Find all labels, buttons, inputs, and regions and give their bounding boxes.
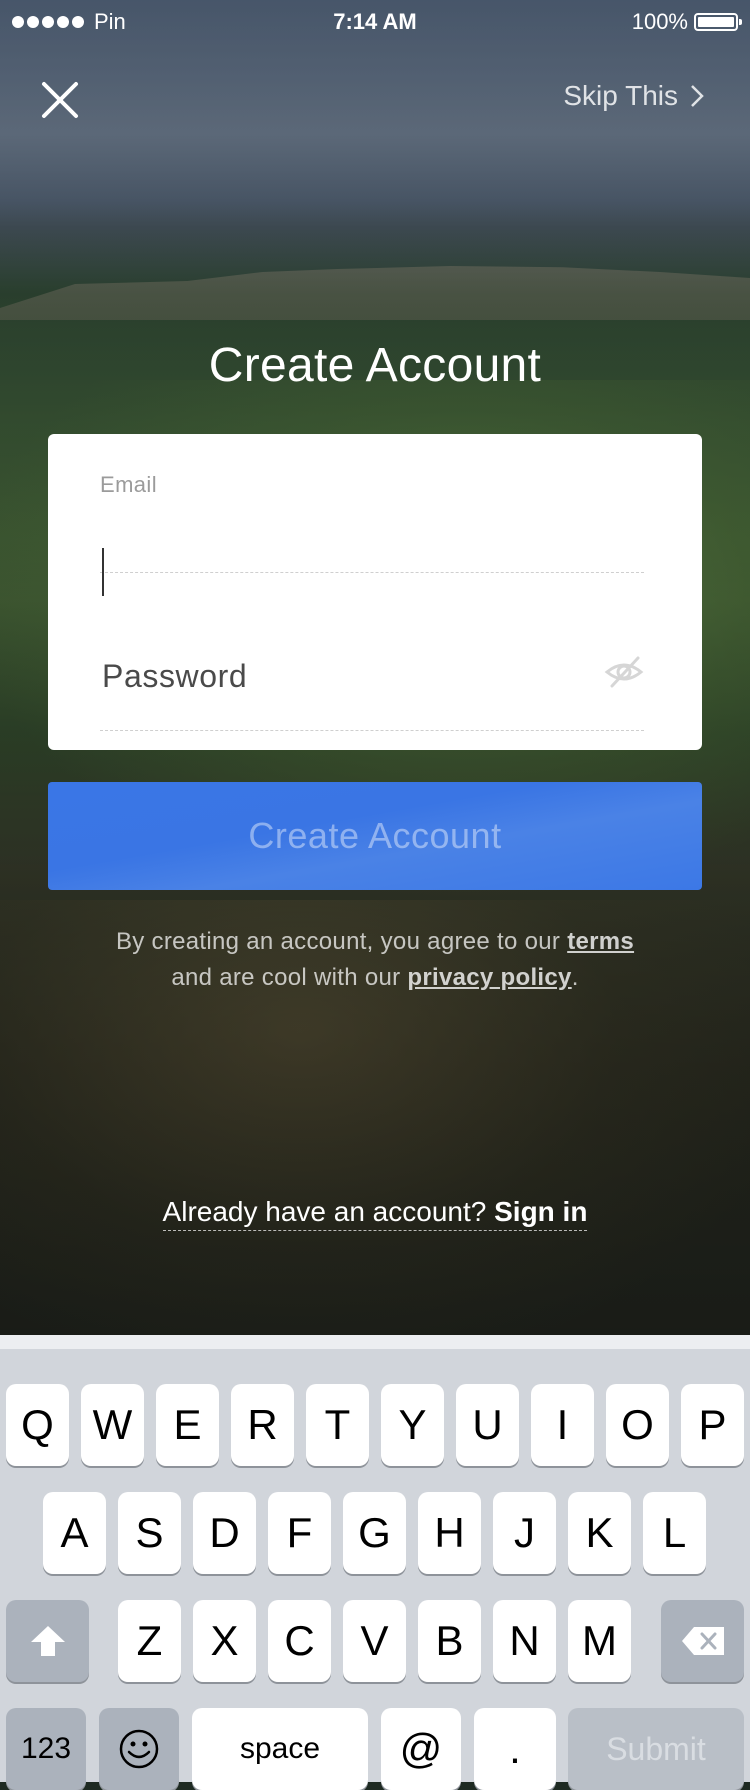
backspace-key[interactable] [661, 1600, 744, 1682]
status-bar: Pin 7:14 AM 100% [0, 0, 750, 44]
text-cursor [102, 548, 104, 596]
key-w[interactable]: W [81, 1384, 144, 1466]
key-n[interactable]: N [493, 1600, 556, 1682]
sign-in-prompt-text: Already have an account? [162, 1196, 495, 1227]
key-l[interactable]: L [643, 1492, 706, 1574]
sign-in-label: Sign in [494, 1196, 588, 1227]
skip-button[interactable]: Skip This [563, 80, 704, 112]
email-label: Email [100, 472, 158, 497]
battery-icon [694, 13, 742, 31]
key-t[interactable]: T [306, 1384, 369, 1466]
legal-period: . [571, 964, 579, 991]
key-z[interactable]: Z [118, 1600, 181, 1682]
key-v[interactable]: V [343, 1600, 406, 1682]
at-key[interactable]: @ [381, 1708, 461, 1790]
page-title: Create Account [208, 339, 542, 392]
key-m[interactable]: M [568, 1600, 631, 1682]
shift-icon [30, 1626, 65, 1656]
skip-label: Skip This [563, 80, 678, 111]
close-icon [42, 82, 78, 118]
create-account-button[interactable]: Create Account [48, 782, 702, 890]
key-q[interactable]: Q [6, 1384, 69, 1466]
dot-key[interactable]: . [474, 1708, 556, 1790]
sign-in-link[interactable]: Already have an account? Sign in [162, 1196, 588, 1231]
emoji-icon [119, 1729, 159, 1769]
legal-notice: By creating an account, you agree to our… [0, 924, 750, 996]
key-g[interactable]: G [343, 1492, 406, 1574]
shift-key[interactable] [6, 1600, 89, 1682]
key-k[interactable]: K [568, 1492, 631, 1574]
signup-form-card: Email [48, 434, 702, 750]
key-p[interactable]: P [681, 1384, 744, 1466]
eye-slash-icon [604, 656, 644, 688]
key-y[interactable]: Y [381, 1384, 444, 1466]
close-button[interactable] [38, 78, 82, 122]
key-c[interactable]: C [268, 1600, 331, 1682]
battery-status: 100% [631, 9, 742, 35]
key-j[interactable]: J [493, 1492, 556, 1574]
key-b[interactable]: B [418, 1600, 481, 1682]
key-a[interactable]: A [43, 1492, 106, 1574]
key-f[interactable]: F [268, 1492, 331, 1574]
onscreen-keyboard: Q W E R T Y U I O P A S D F G H J K L Z … [0, 1335, 750, 1790]
backspace-icon [681, 1627, 724, 1655]
key-o[interactable]: O [606, 1384, 669, 1466]
key-u[interactable]: U [456, 1384, 519, 1466]
numbers-key[interactable]: 123 [6, 1708, 86, 1790]
key-r[interactable]: R [231, 1384, 294, 1466]
terms-link[interactable]: terms [567, 928, 634, 955]
password-field [100, 630, 644, 731]
key-h[interactable]: H [418, 1492, 481, 1574]
password-input[interactable] [100, 630, 584, 722]
background-mountains [0, 266, 750, 320]
chevron-right-icon [691, 85, 704, 107]
privacy-policy-link[interactable]: privacy policy [407, 964, 571, 991]
email-input[interactable] [100, 542, 644, 602]
key-x[interactable]: X [193, 1600, 256, 1682]
show-password-button[interactable] [604, 652, 644, 692]
emoji-key[interactable] [99, 1708, 179, 1790]
submit-key[interactable]: Submit [568, 1708, 744, 1790]
battery-percent: 100% [631, 9, 688, 34]
key-i[interactable]: I [531, 1384, 594, 1466]
key-s[interactable]: S [118, 1492, 181, 1574]
sign-in-prompt: Already have an account? Sign in [0, 1196, 750, 1231]
legal-line2: and are cool with our [171, 964, 408, 991]
key-d[interactable]: D [193, 1492, 256, 1574]
key-e[interactable]: E [156, 1384, 219, 1466]
space-key[interactable]: space [192, 1708, 368, 1790]
email-field: Email [100, 472, 644, 602]
legal-line1: By creating an account, you agree to our [115, 928, 568, 955]
